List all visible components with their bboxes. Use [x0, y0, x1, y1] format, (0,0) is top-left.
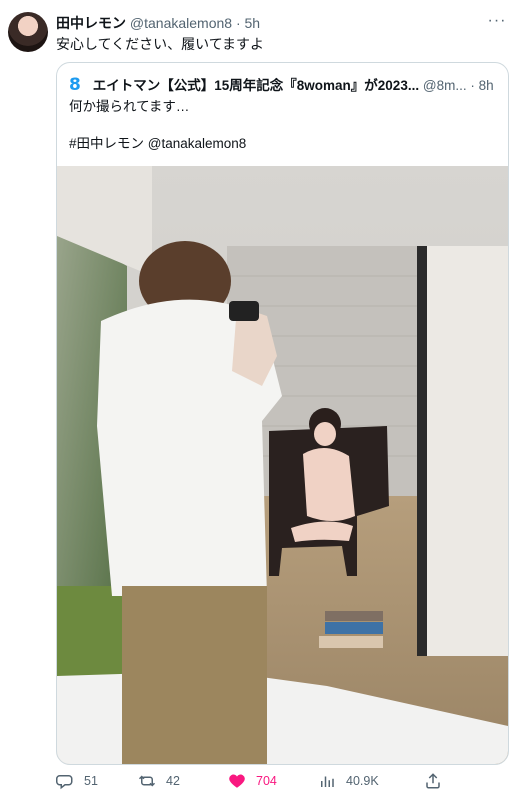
quoted-timestamp[interactable]: 8h [479, 78, 494, 93]
quoted-author-name[interactable]: エイトマン【公式】15周年記念『8woman』が2023... [93, 78, 419, 93]
tweet-text: 安心してください、履いてますよ [56, 36, 265, 52]
author-handle[interactable]: @tanakalemon8 [130, 15, 232, 31]
more-options-icon[interactable]: ··· [487, 12, 507, 30]
photo-image [57, 166, 508, 764]
avatar[interactable] [8, 12, 48, 52]
retweet-icon [138, 775, 156, 787]
quoted-avatar-icon: 8 [69, 75, 81, 95]
retweet-button[interactable]: 42 [138, 770, 180, 792]
reply-button[interactable]: 51 [56, 770, 98, 792]
reply-count: 51 [84, 774, 98, 788]
like-button[interactable]: 704 [228, 770, 277, 792]
share-icon [426, 773, 440, 789]
heart-icon [229, 774, 245, 788]
share-button[interactable] [424, 770, 442, 792]
views-count: 40.9K [346, 774, 379, 788]
quoted-hashtag-line[interactable]: #田中レモン @tanakalemon8 [69, 135, 246, 153]
quoted-text: 何か撮られてます… [69, 99, 190, 114]
timestamp[interactable]: 5h [245, 15, 261, 31]
author-name[interactable]: 田中レモン [56, 15, 126, 31]
quoted-separator: · [470, 78, 475, 93]
tweet-photo[interactable] [57, 166, 508, 764]
views-button[interactable]: 40.9K [318, 770, 379, 792]
quoted-tweet[interactable]: 8 エイトマン【公式】15周年記念『8woman』が2023... @8m...… [56, 62, 509, 765]
tweet: 田中レモン @tanakalemon8 · 5h ··· 安心してください、履い… [0, 0, 523, 797]
action-bar: 51 42 704 40.9K [56, 770, 476, 792]
retweet-count: 42 [166, 774, 180, 788]
quoted-header: 8 エイトマン【公式】15周年記念『8woman』が2023... @8m...… [69, 75, 496, 95]
views-icon [321, 776, 334, 787]
tweet-header: 田中レモン @tanakalemon8 · 5h [56, 14, 503, 32]
like-count: 704 [256, 774, 277, 788]
quoted-author-handle[interactable]: @8m... [423, 78, 467, 93]
separator: · [235, 15, 241, 31]
reply-icon [56, 775, 73, 790]
